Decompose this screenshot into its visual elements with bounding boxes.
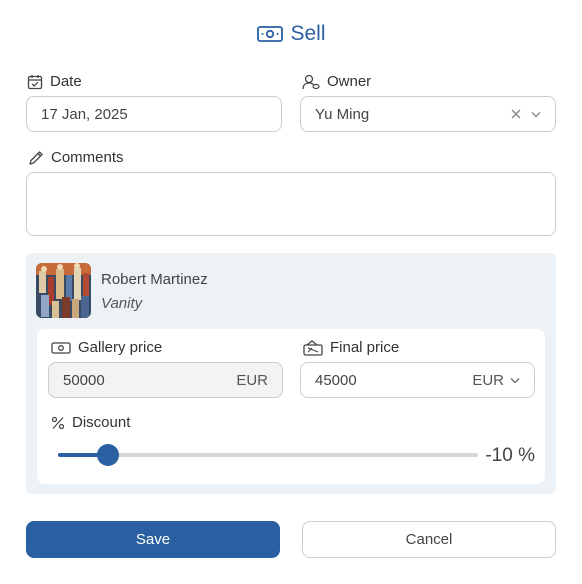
cash-icon [256,24,284,44]
cancel-button[interactable]: Cancel [302,521,556,558]
calendar-icon [27,74,43,90]
gallery-currency: EUR [236,371,268,389]
final-price-value: 45000 [315,371,357,389]
final-price-label-row: Final price [303,339,399,356]
chevron-down-icon[interactable] [531,111,541,118]
final-price-field[interactable]: 45000 EUR [300,362,535,398]
artwork-panel: Robert Martinez Vanity Gallery price 500… [26,253,556,494]
gallery-price-field: 50000 EUR [48,362,283,398]
date-value: 17 Jan, 2025 [41,105,128,123]
final-currency[interactable]: EUR [472,372,504,389]
gallery-price-label-row: Gallery price [51,339,162,356]
comments-label-row: Comments [28,149,124,166]
cash-icon [51,341,71,355]
discount-slider[interactable] [58,444,478,466]
chevron-down-icon[interactable] [510,377,520,384]
artist-name: Robert Martinez [101,271,208,288]
clear-icon[interactable] [511,109,521,119]
user-icon [302,74,320,90]
gallery-price-value: 50000 [63,371,105,389]
comments-label: Comments [51,149,124,166]
date-field[interactable]: 17 Jan, 2025 [26,96,282,132]
percent-icon [51,416,65,430]
price-tag-icon [303,339,323,356]
comments-textarea[interactable] [26,172,556,236]
final-price-label: Final price [330,339,400,356]
owner-label-row: Owner [302,73,371,90]
owner-value: Yu Ming [315,105,370,123]
artwork-title: Vanity [101,295,143,312]
date-label: Date [50,73,82,90]
save-button[interactable]: Save [26,521,280,558]
owner-select[interactable]: Yu Ming [300,96,556,132]
date-label-row: Date [27,73,82,90]
owner-label: Owner [327,73,372,90]
dialog-title: Sell [0,22,582,46]
slider-thumb[interactable] [97,444,119,466]
pricing-card: Gallery price 50000 EUR Final price 4500… [37,329,545,484]
discount-value: -10 % [485,445,535,466]
discount-label: Discount [72,414,131,431]
gallery-price-label: Gallery price [78,339,163,356]
discount-label-row: Discount [51,414,130,431]
page-title: Sell [290,22,326,45]
pencil-icon [28,150,44,166]
artwork-thumbnail [36,263,91,318]
